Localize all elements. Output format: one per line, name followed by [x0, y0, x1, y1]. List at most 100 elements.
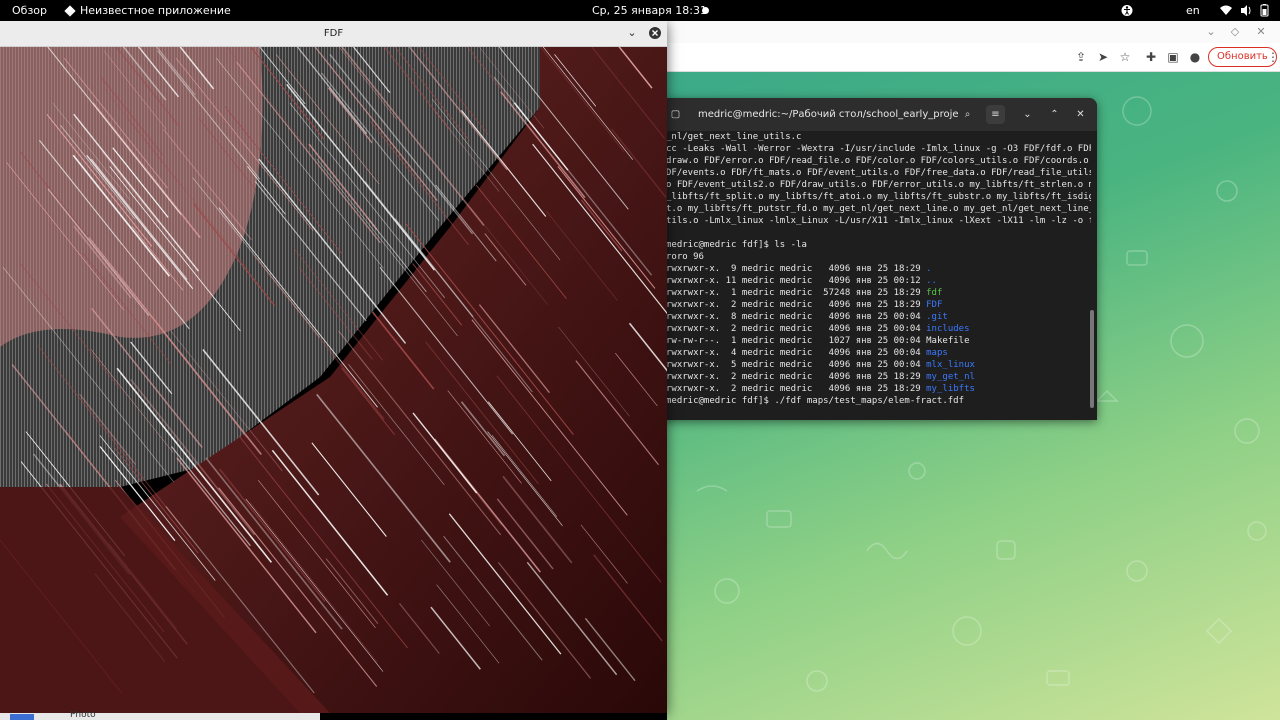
ls-date: янв 25 18:29 [855, 384, 921, 394]
ls-perm: rwxrwxr-x. [666, 264, 721, 274]
ls-group: medric [779, 384, 813, 394]
terminal-titlebar: ▢ medric@medric:~/Рабочий стол/school_ea… [660, 98, 1097, 131]
ls-owner: medric [741, 372, 775, 382]
ls-size: 1027 [823, 336, 851, 346]
ls-row: rwxrwxr-x. 1 medric medric 57248 янв 25 … [666, 287, 1091, 299]
profile-icon[interactable]: ● [1185, 47, 1205, 67]
terminal-line: draw.o FDF/error.o FDF/read_file.o FDF/c… [666, 156, 1089, 166]
search-icon[interactable]: ⌕ [958, 105, 977, 124]
ls-name: fdf [926, 288, 943, 298]
ls-name: my_libfts [926, 384, 975, 394]
ls-size: 4096 [823, 264, 851, 274]
ls-date: янв 25 00:12 [855, 276, 921, 286]
ls-owner: medric [741, 276, 775, 286]
ls-date: янв 25 00:04 [855, 336, 921, 346]
install-icon[interactable]: ⇪ [1071, 47, 1091, 67]
terminal-line: _nl/get_next_line_utils.c [666, 132, 802, 142]
ls-size: 4096 [823, 324, 851, 334]
hamburger-menu-icon[interactable]: ≡ [986, 105, 1005, 124]
ls-row: rwxrwxr-x. 2 medric medric 4096 янв 25 1… [666, 299, 1091, 311]
close-icon[interactable] [647, 25, 663, 41]
chevron-down-icon[interactable]: ⌄ [624, 25, 640, 41]
keyboard-layout[interactable]: en [1186, 0, 1200, 21]
ls-date: янв 25 00:04 [855, 360, 921, 370]
accessibility-icon[interactable] [1121, 0, 1133, 21]
ls-size: 4096 [823, 360, 851, 370]
maximize-chevron-icon[interactable]: ⌃ [1045, 105, 1064, 124]
ls-group: medric [779, 348, 813, 358]
ls-owner: medric [741, 384, 775, 394]
ls-perm: rwxrwxr-x. [666, 312, 721, 322]
ls-date: янв 25 18:29 [855, 372, 921, 382]
wifi-icon[interactable] [1219, 0, 1233, 21]
notification-dot-icon [702, 7, 709, 14]
ls-group: medric [779, 300, 813, 310]
terminal-line: o FDF/event_utils2.o FDF/draw_utils.o FD… [666, 180, 1091, 190]
chevron-down-icon[interactable]: ⌄ [1203, 24, 1219, 40]
activities-button[interactable]: Обзор [12, 0, 47, 21]
fdf-titlebar: FDF ⌄ [0, 21, 667, 47]
ls-size: 4096 [823, 372, 851, 382]
browser-titlebar: ⌄ ◇ ✕ [667, 21, 1280, 43]
ls-size: 4096 [823, 312, 851, 322]
close-icon[interactable]: ✕ [1071, 105, 1090, 124]
minimize-chevron-icon[interactable]: ⌄ [1018, 105, 1037, 124]
terminal-line: medric@medric fdf]$ ls -la [666, 240, 807, 250]
browser-toolbar: ⇪ ➤ ☆ ✚ ▣ ● Обновить ⋮ [667, 43, 1280, 72]
ls-links: 2 [725, 372, 737, 382]
app-icon[interactable] [10, 714, 34, 720]
fdf-title: FDF [323, 28, 344, 39]
ls-output: rwxrwxr-x. 9 medric medric 4096 янв 25 1… [666, 263, 1091, 395]
fdf-window[interactable]: FDF ⌄ [0, 21, 667, 713]
ls-group: medric [779, 360, 813, 370]
send-icon[interactable]: ➤ [1093, 47, 1113, 67]
terminal-prompt-line: medric@medric fdf]$ ./fdf maps/test_maps… [666, 396, 965, 406]
ls-group: medric [779, 264, 813, 274]
ls-name: maps [926, 348, 948, 358]
ls-perm: rwxrwxr-x. [666, 324, 721, 334]
ls-perm: rwxrwxr-x. [666, 348, 721, 358]
extensions-icon[interactable]: ✚ [1141, 47, 1161, 67]
ls-group: medric [779, 276, 813, 286]
close-icon[interactable]: ✕ [1253, 24, 1269, 40]
ls-group: medric [779, 372, 813, 382]
clock[interactable]: Ср, 25 января 18:31 [592, 0, 707, 21]
terminal-line: roro 96 [666, 252, 704, 262]
app-icon [64, 4, 76, 17]
volume-icon[interactable] [1240, 0, 1252, 21]
ls-owner: medric [741, 360, 775, 370]
ls-name: FDF [926, 300, 943, 310]
terminal-window[interactable]: ▢ medric@medric:~/Рабочий стол/school_ea… [660, 98, 1097, 420]
ls-name: Makefile [926, 336, 970, 346]
terminal-lines: _nl/get_next_line_utils.ccc -Leaks -Wall… [666, 131, 1091, 263]
menu-kebab-icon[interactable]: ⋮ [1267, 47, 1279, 67]
ls-date: янв 25 18:29 [855, 264, 921, 274]
terminal-line: cc -Leaks -Wall -Werror -Wextra -I/usr/i… [666, 144, 1091, 154]
terminal-line: DF/events.o FDF/ft_mats.o FDF/event_util… [666, 168, 1091, 178]
ls-group: medric [779, 336, 813, 346]
ls-date: янв 25 00:04 [855, 312, 921, 322]
ls-group: medric [779, 312, 813, 322]
taskbar-label: Photo [70, 711, 96, 720]
ls-date: янв 25 00:04 [855, 348, 921, 358]
ls-links: 5 [725, 360, 737, 370]
ls-owner: medric [741, 336, 775, 346]
ls-date: янв 25 18:29 [855, 288, 921, 298]
battery-icon[interactable] [1259, 0, 1271, 21]
bookmark-star-icon[interactable]: ☆ [1115, 47, 1135, 67]
ls-links: 9 [725, 264, 737, 274]
sidepanel-icon[interactable]: ▣ [1163, 47, 1183, 67]
restore-icon[interactable]: ◇ [1227, 24, 1243, 40]
terminal-output[interactable]: _nl/get_next_line_utils.ccc -Leaks -Wall… [666, 131, 1091, 416]
app-menu[interactable]: Неизвестное приложение [64, 0, 231, 21]
ls-row: rwxrwxr-x. 11 medric medric 4096 янв 25 … [666, 275, 1091, 287]
ls-name: my_get_nl [926, 372, 975, 382]
ls-owner: medric [741, 300, 775, 310]
ls-name: . [926, 264, 932, 274]
fdf-render-canvas[interactable] [0, 47, 667, 713]
terminal-scrollbar[interactable] [1090, 310, 1094, 408]
ls-row: rwxrwxr-x. 2 medric medric 4096 янв 25 0… [666, 323, 1091, 335]
ls-name: .git [926, 312, 948, 322]
new-tab-icon[interactable]: ▢ [666, 105, 685, 124]
